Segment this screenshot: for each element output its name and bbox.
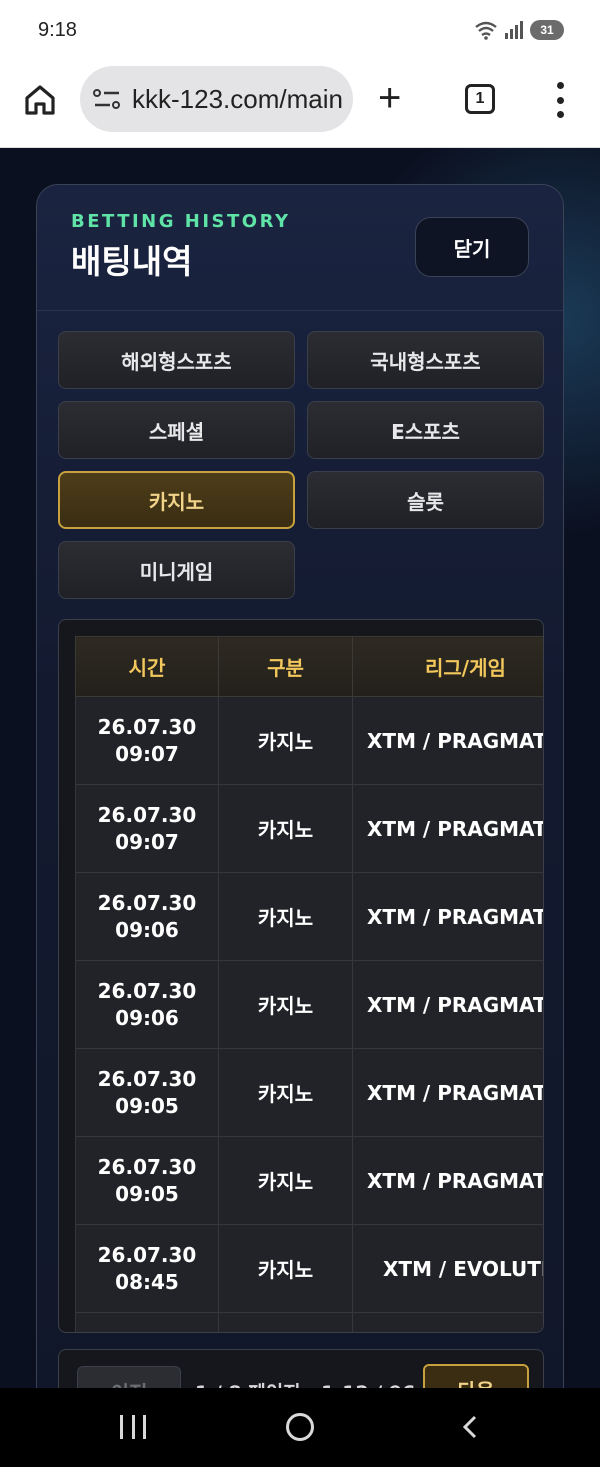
column-header-type: 구분 <box>218 636 353 697</box>
signal-icon <box>505 21 523 39</box>
cell-time: 26.07.30 09:05 <box>75 1048 219 1137</box>
close-button[interactable]: 닫기 <box>415 217 529 277</box>
history-table: 시간 구분 리그/게임 26.07.30 09:07 카지노 XTM / PRAG… <box>75 636 543 1332</box>
site-settings-icon[interactable] <box>92 87 122 111</box>
table-row[interactable]: 26.07.3009:05 카지노 XTM / PRAGMATIC <box>75 1048 543 1137</box>
new-tab-icon[interactable]: + <box>378 78 401 118</box>
status-icons: 31 <box>474 20 564 40</box>
more-menu-icon[interactable] <box>554 82 566 118</box>
category-special[interactable]: 스페셜 <box>58 401 295 459</box>
category-tabs: 해외형스포츠 국내형스포츠 스페셜 E스포츠 카지노 슬롯 미니게임 <box>58 331 544 599</box>
tab-switcher-button[interactable]: 1 <box>465 84 495 114</box>
pagination: 이전 1 / 8 페이지 · 1-12 / 96 다음 <box>58 1349 544 1388</box>
table-row[interactable]: 26.07.3009:06 카지노 XTM / PRAGMATIC <box>75 960 543 1049</box>
cell-time: 26.07.30 08:45 <box>75 1224 219 1313</box>
cell-date-text: 26.07.30 <box>97 714 197 739</box>
betting-history-panel: BETTING HISTORY 배팅내역 닫기 해외형스포츠 국내형스포츠 스페… <box>36 184 564 1388</box>
next-page-button[interactable]: 다음 <box>423 1364 529 1388</box>
home-icon[interactable] <box>22 82 58 118</box>
address-bar[interactable]: kkk-123.com/main <box>80 66 353 132</box>
cell-time-text: 09:06 <box>115 1005 179 1030</box>
cell-type <box>218 1312 353 1332</box>
status-time: 9:18 <box>38 19 77 41</box>
cell-time-text: 09:07 <box>115 829 179 854</box>
panel-title: 배팅내역 <box>71 242 193 281</box>
column-header-time: 시간 <box>75 636 219 697</box>
table-row[interactable]: 26.07.3008:45 카지노 XTM / EVOLUTION <box>75 1224 543 1313</box>
category-domestic-sports[interactable]: 국내형스포츠 <box>307 331 544 389</box>
cell-league: XTM / PRAGMATIC <box>352 784 543 873</box>
table-row[interactable]: 26.07.3009:07 카지노 XTM / PRAGMATIC <box>75 784 543 873</box>
category-casino[interactable]: 카지노 <box>58 471 295 529</box>
wifi-icon <box>475 21 497 40</box>
panel-eyebrow: BETTING HISTORY <box>71 211 291 232</box>
cell-time-text: 08:45 <box>115 1269 179 1294</box>
cell-league: XTM / PRAGMATIC <box>352 1136 543 1225</box>
cell-league: XTM / PRAGMATIC <box>352 872 543 961</box>
panel-header: BETTING HISTORY 배팅내역 닫기 <box>37 185 563 311</box>
prev-page-button[interactable]: 이전 <box>77 1366 181 1388</box>
cell-type: 카지노 <box>218 696 353 785</box>
category-slot[interactable]: 슬롯 <box>307 471 544 529</box>
home-circle-icon[interactable] <box>286 1413 314 1441</box>
cell-league: XTM / PRAGMATIC <box>352 696 543 785</box>
cell-time-text: 09:06 <box>115 917 179 942</box>
cell-time: 26.07.30 09:07 <box>75 784 219 873</box>
cell-time-text: 09:07 <box>115 741 179 766</box>
page-info: 1 / 8 페이지 · 1-12 / 96 <box>195 1378 415 1388</box>
cell-time-text: 09:05 <box>115 1093 179 1118</box>
system-nav-bar <box>0 1388 600 1467</box>
cell-type: 카지노 <box>218 784 353 873</box>
history-table-container[interactable]: 시간 구분 리그/게임 26.07.30 09:07 카지노 XTM / PRAG… <box>58 619 544 1333</box>
cell-type: 카지노 <box>218 960 353 1049</box>
cell-type: 카지노 <box>218 1048 353 1137</box>
cell-date-text: 26.07.30 <box>97 890 197 915</box>
cell-date-text: 26.07.30 <box>97 1242 197 1267</box>
cell-date-text: 26.07.30 <box>97 802 197 827</box>
url-text: kkk-123.com/main <box>132 83 343 114</box>
category-esports[interactable]: E스포츠 <box>307 401 544 459</box>
cell-league <box>352 1312 543 1332</box>
cell-type: 카지노 <box>218 1136 353 1225</box>
browser-toolbar: kkk-123.com/main + 1 <box>0 62 600 148</box>
battery-icon: 31 <box>530 20 564 40</box>
table-row[interactable]: 26.07.3009:07 카지노 XTM / PRAGMATIC <box>75 696 543 785</box>
cell-time: 26.07.30 09:07 <box>75 696 219 785</box>
cell-time: 26.07.30 09:06 <box>75 960 219 1049</box>
cell-date-text: 26.07.30 <box>97 1066 197 1091</box>
cell-league: XTM / EVOLUTION <box>352 1224 543 1313</box>
cell-time: 26.07.30 09:05 <box>75 1136 219 1225</box>
cell-league: XTM / PRAGMATIC <box>352 1048 543 1137</box>
cell-time <box>75 1312 219 1332</box>
column-header-league: 리그/게임 <box>352 636 543 697</box>
recent-apps-icon[interactable] <box>120 1415 146 1439</box>
table-row[interactable]: 26.07.3009:05 카지노 XTM / PRAGMATIC <box>75 1136 543 1225</box>
table-row[interactable] <box>75 1312 543 1332</box>
page-content: BETTING HISTORY 배팅내역 닫기 해외형스포츠 국내형스포츠 스페… <box>0 148 600 1388</box>
back-icon[interactable] <box>458 1414 484 1440</box>
category-overseas-sports[interactable]: 해외형스포츠 <box>58 331 295 389</box>
cell-type: 카지노 <box>218 872 353 961</box>
cell-time: 26.07.30 09:06 <box>75 872 219 961</box>
cell-date-text: 26.07.30 <box>97 978 197 1003</box>
cell-time-text: 09:05 <box>115 1181 179 1206</box>
table-row[interactable]: 26.07.3009:06 카지노 XTM / PRAGMATIC <box>75 872 543 961</box>
cell-league: XTM / PRAGMATIC <box>352 960 543 1049</box>
cell-date-text: 26.07.30 <box>97 1154 197 1179</box>
cell-type: 카지노 <box>218 1224 353 1313</box>
status-bar: 9:18 31 <box>0 0 600 62</box>
category-minigame[interactable]: 미니게임 <box>58 541 295 599</box>
